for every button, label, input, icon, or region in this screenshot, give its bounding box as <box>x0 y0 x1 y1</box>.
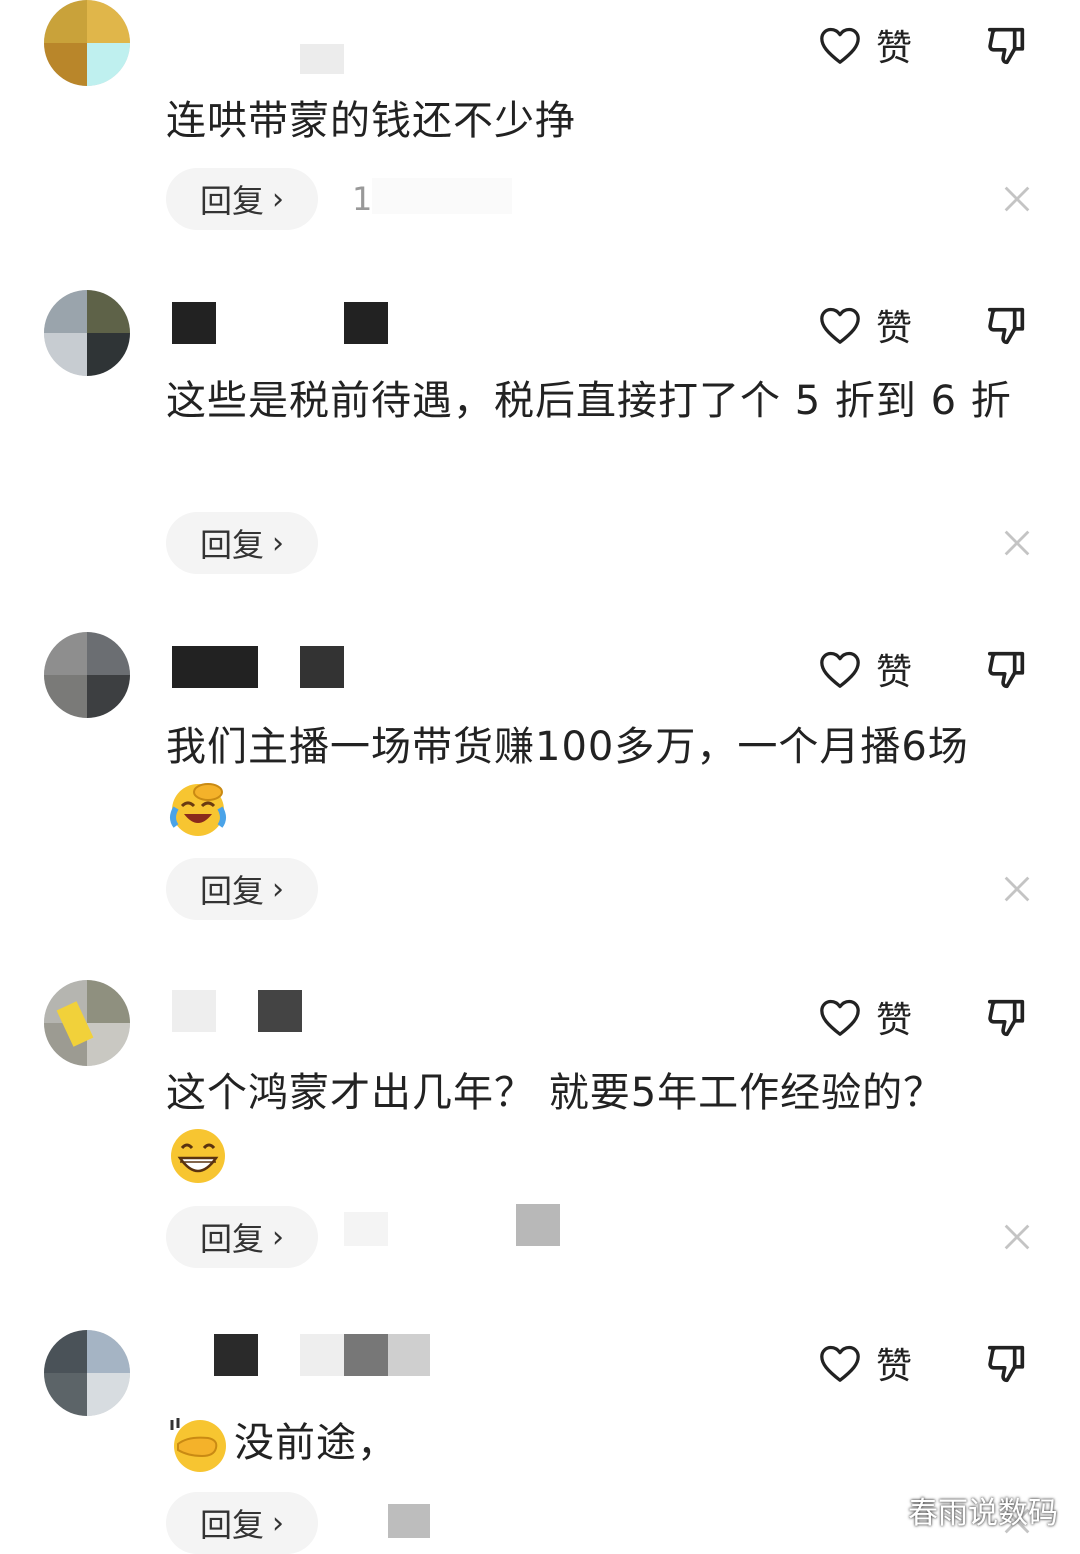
like-label: 赞 <box>876 652 913 693</box>
close-button[interactable] <box>1000 526 1034 560</box>
meta-redacted <box>516 1204 560 1246</box>
username-redacted <box>344 302 388 344</box>
like-label: 赞 <box>876 28 913 69</box>
dislike-button[interactable] <box>984 22 1034 72</box>
reply-label: 回复 <box>199 182 264 220</box>
like-label: 赞 <box>876 308 913 349</box>
chevron-right-icon: › <box>272 1505 284 1541</box>
chevron-right-icon: › <box>272 871 284 907</box>
username-redacted <box>258 990 302 1032</box>
comment-text: 没前途， <box>234 1420 398 1466</box>
username-redacted <box>300 44 344 74</box>
like-button[interactable]: 赞 <box>818 992 918 1042</box>
close-button[interactable] <box>1000 182 1034 216</box>
comment-text: 这些是税前待遇，税后直接打了个 5 折到 6 折 <box>166 378 1012 424</box>
reply-button[interactable]: 回复 › <box>166 168 318 230</box>
grinning-emoji <box>171 1129 225 1183</box>
username-redacted <box>172 302 216 344</box>
chevron-right-icon: › <box>272 525 284 561</box>
heart-icon <box>820 1345 860 1382</box>
dislike-button[interactable] <box>984 646 1034 696</box>
username-redacted <box>214 1334 258 1376</box>
avatar[interactable] <box>44 290 130 376</box>
username-redacted <box>344 1334 388 1376</box>
facepalm-hand-emoji <box>170 1418 226 1472</box>
username-redacted <box>388 1334 430 1376</box>
avatar[interactable] <box>44 980 130 1066</box>
reply-button[interactable]: 回复 › <box>166 858 318 920</box>
reply-label: 回复 <box>199 872 264 910</box>
thumbs-down-icon <box>987 999 1025 1037</box>
dislike-button[interactable] <box>984 994 1034 1044</box>
close-icon <box>1004 186 1030 212</box>
comment-text: 我们主播一场带货赚100多万，一个月播6场 <box>166 724 969 770</box>
thumbs-down-icon <box>987 307 1025 345</box>
close-icon <box>1004 530 1030 556</box>
close-icon <box>1004 1224 1030 1250</box>
reply-button[interactable]: 回复 › <box>166 512 318 574</box>
thumbs-down-icon <box>987 27 1025 65</box>
meta-redacted <box>344 1212 388 1246</box>
laughing-crying-emoji <box>170 783 226 836</box>
comment-text: 这个鸿蒙才出几年？ 就要5年工作经验的？ <box>166 1070 945 1116</box>
close-button[interactable] <box>1000 1220 1034 1254</box>
close-icon <box>1004 876 1030 902</box>
avatar[interactable] <box>44 1330 130 1416</box>
watermark: 春雨说数码 <box>908 1496 1058 1531</box>
username-redacted <box>300 1334 344 1376</box>
avatar[interactable] <box>44 0 130 86</box>
thumbs-down-icon <box>987 1345 1025 1383</box>
heart-icon <box>820 307 860 344</box>
meta-redacted <box>372 178 512 214</box>
comment-text: 连哄带蒙的钱还不少挣 <box>166 98 576 144</box>
like-button[interactable]: 赞 <box>818 644 918 694</box>
heart-icon <box>820 999 860 1036</box>
thumbs-down-icon <box>987 651 1025 689</box>
heart-icon <box>820 651 860 688</box>
like-button[interactable]: 赞 <box>818 1338 918 1388</box>
dislike-button[interactable] <box>984 302 1034 352</box>
chevron-right-icon: › <box>272 181 284 217</box>
like-button[interactable]: 赞 <box>818 20 918 70</box>
username-redacted <box>172 646 258 688</box>
reply-label: 回复 <box>199 1220 264 1258</box>
meta-redacted <box>388 1504 430 1538</box>
reply-label: 回复 <box>199 526 264 564</box>
reply-label: 回复 <box>199 1506 264 1544</box>
reply-button[interactable]: 回复 › <box>166 1492 318 1554</box>
username-redacted <box>172 990 216 1032</box>
like-label: 赞 <box>876 1000 913 1041</box>
like-label: 赞 <box>876 1346 913 1387</box>
like-button[interactable]: 赞 <box>818 300 918 350</box>
heart-icon <box>820 27 860 64</box>
reply-button[interactable]: 回复 › <box>166 1206 318 1268</box>
dislike-button[interactable] <box>984 1340 1034 1390</box>
username-redacted <box>300 646 344 688</box>
comment-meta: 1 <box>352 180 373 218</box>
avatar[interactable] <box>44 632 130 718</box>
chevron-right-icon: › <box>272 1219 284 1255</box>
close-button[interactable] <box>1000 872 1034 906</box>
